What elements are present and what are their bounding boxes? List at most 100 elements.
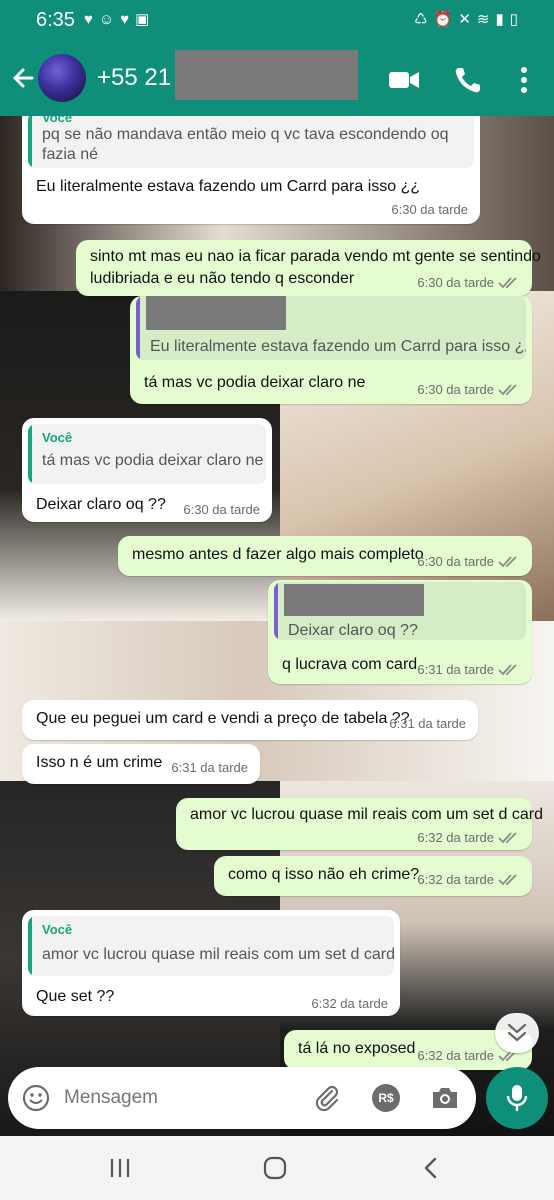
message-text: amor vc lucrou quase mil reais com um se…: [190, 806, 544, 823]
message-time: 6:32 da tarde: [417, 1048, 494, 1063]
message-incoming[interactable]: Você amor vc lucrou quase mil reais com …: [22, 910, 400, 1016]
quote-bar: [274, 582, 278, 640]
message-outgoing[interactable]: sinto mt mas eu nao ia ficar parada vend…: [76, 240, 541, 296]
status-time: 6:35: [36, 9, 75, 31]
message-time: 6:30 da tarde: [391, 202, 468, 217]
system-nav-bar: [0, 1136, 554, 1200]
message-time: 6:30 da tarde: [417, 554, 494, 569]
heart-icon: ♥: [84, 11, 99, 28]
scroll-to-bottom-button[interactable]: [495, 1013, 539, 1053]
quote-text: Eu literalmente estava fazendo um Carrd …: [150, 338, 526, 355]
message-text: q lucrava com card: [282, 656, 418, 673]
quote-text: tá mas vc podia deixar claro ne: [42, 452, 264, 469]
message-text: Que set ??: [36, 988, 115, 1005]
double-check-icon: [498, 384, 517, 396]
message-time: 6:30 da tarde: [417, 275, 494, 290]
message-text: Isso n é um crime: [36, 754, 163, 771]
arrow-left-icon[interactable]: [8, 60, 40, 96]
wifi-icon: ≋: [476, 11, 496, 28]
phone-icon[interactable]: [450, 62, 486, 98]
back-icon[interactable]: [420, 1156, 442, 1180]
redacted-name: [146, 296, 286, 330]
camera-icon[interactable]: [430, 1084, 460, 1112]
payment-icon[interactable]: R$: [372, 1084, 400, 1112]
quote-author: Você: [42, 116, 73, 125]
double-check-icon: [498, 277, 517, 289]
recent-apps-icon[interactable]: [108, 1156, 132, 1180]
chat-area[interactable]: Você pq se não mandava então meio q vc t…: [0, 116, 554, 1136]
quote-text: pq se não mandava então meio q vc tava e…: [42, 126, 449, 143]
video-call-icon[interactable]: [386, 62, 422, 98]
image-icon: ▣: [135, 11, 156, 28]
message-outgoing[interactable]: Eu literalmente estava fazendo um Carrd …: [130, 296, 532, 404]
signal-icon: ▮: [495, 11, 510, 28]
status-icons-right: ♺⏰✕≋▮▯: [414, 10, 524, 28]
status-icons-left: ♥☺♥▣: [84, 10, 155, 28]
redacted-name: [175, 50, 358, 100]
message-text: Eu literalmente estava fazendo um Carrd …: [36, 178, 421, 195]
message-meta: 6:32 da tarde: [417, 872, 520, 887]
quoted-reply[interactable]: Você amor vc lucrou quase mil reais com …: [28, 916, 394, 976]
quote-text: fazia né: [42, 146, 99, 163]
home-icon[interactable]: [262, 1156, 288, 1180]
message-meta: 6:30 da tarde: [417, 554, 520, 569]
message-meta: 6:30 da tarde: [417, 275, 520, 290]
alarm-icon: ⏰: [433, 11, 459, 28]
message-outgoing[interactable]: Deixar claro oq ?? q lucrava com card 6:…: [268, 580, 532, 684]
message-outgoing[interactable]: amor vc lucrou quase mil reais com um se…: [176, 798, 543, 850]
quote-text: amor vc lucrou quase mil reais com um se…: [42, 946, 394, 963]
message-time: 6:32 da tarde: [417, 830, 494, 845]
message-incoming[interactable]: Isso n é um crime 6:31 da tarde: [22, 744, 260, 784]
quote-bar: [28, 116, 32, 168]
quote-author: Você: [42, 922, 73, 937]
message-outgoing[interactable]: mesmo antes d fazer algo mais completo 6…: [118, 536, 532, 576]
double-check-icon: [498, 556, 517, 568]
battery-saver-icon: ♺: [414, 11, 434, 28]
message-text: Que eu peguei um card e vendi a preço de…: [36, 710, 410, 727]
message-input[interactable]: Mensagem: [64, 1087, 158, 1109]
avatar[interactable]: [38, 54, 86, 102]
message-time: 6:32 da tarde: [417, 872, 494, 887]
message-meta: 6:32 da tarde: [417, 830, 520, 845]
message-text: Deixar claro oq ??: [36, 496, 166, 513]
emoji-icon[interactable]: [22, 1084, 50, 1112]
message-incoming[interactable]: Você pq se não mandava então meio q vc t…: [22, 116, 480, 224]
double-chevron-down-icon: [507, 1023, 527, 1042]
double-check-icon: [498, 874, 517, 886]
quote-bar: [28, 424, 32, 484]
message-text: tá lá no exposed: [298, 1040, 416, 1057]
heart-icon: ♥: [120, 11, 136, 28]
quoted-reply[interactable]: Eu literalmente estava fazendo um Carrd …: [136, 296, 526, 360]
message-time: 6:30 da tarde: [183, 502, 260, 517]
contact-name[interactable]: +55 21: [97, 64, 171, 92]
message-time: 6:31 da tarde: [171, 760, 248, 775]
redacted-name: [284, 584, 424, 616]
message-time: 6:31 da tarde: [389, 716, 466, 731]
quote-bar: [28, 916, 32, 976]
message-text: tá mas vc podia deixar claro ne: [144, 374, 366, 391]
battery-icon: ▯: [509, 11, 524, 28]
quoted-reply[interactable]: Você tá mas vc podia deixar claro ne: [28, 424, 266, 484]
more-vert-icon[interactable]: [506, 62, 542, 98]
attach-icon[interactable]: [312, 1083, 342, 1113]
message-meta: 6:31 da tarde: [417, 662, 520, 677]
cat-icon: ☺: [98, 11, 121, 28]
mute-icon: ✕: [458, 11, 477, 28]
message-meta: 6:30 da tarde: [417, 382, 520, 397]
status-bar: 6:35 ♥☺♥▣ ♺⏰✕≋▮▯: [0, 0, 554, 42]
quoted-reply[interactable]: Você pq se não mandava então meio q vc t…: [28, 116, 474, 168]
quote-text: Deixar claro oq ??: [288, 622, 418, 639]
message-time: 6:32 da tarde: [311, 996, 388, 1011]
message-outgoing[interactable]: como q isso não eh crime? 6:32 da tarde: [214, 856, 532, 896]
mic-icon: [506, 1085, 528, 1111]
message-text: ludibriada e eu não tendo q esconder: [90, 270, 355, 287]
message-input-bar[interactable]: Mensagem R$: [8, 1067, 476, 1129]
message-text: mesmo antes d fazer algo mais completo: [132, 546, 424, 563]
quoted-reply[interactable]: Deixar claro oq ??: [274, 582, 526, 640]
message-time: 6:30 da tarde: [417, 382, 494, 397]
message-incoming[interactable]: Você tá mas vc podia deixar claro ne Dei…: [22, 418, 272, 522]
quote-author: Você: [42, 430, 73, 445]
mic-button[interactable]: [486, 1067, 548, 1129]
message-incoming[interactable]: Que eu peguei um card e vendi a preço de…: [22, 700, 478, 740]
quote-bar: [136, 296, 140, 360]
